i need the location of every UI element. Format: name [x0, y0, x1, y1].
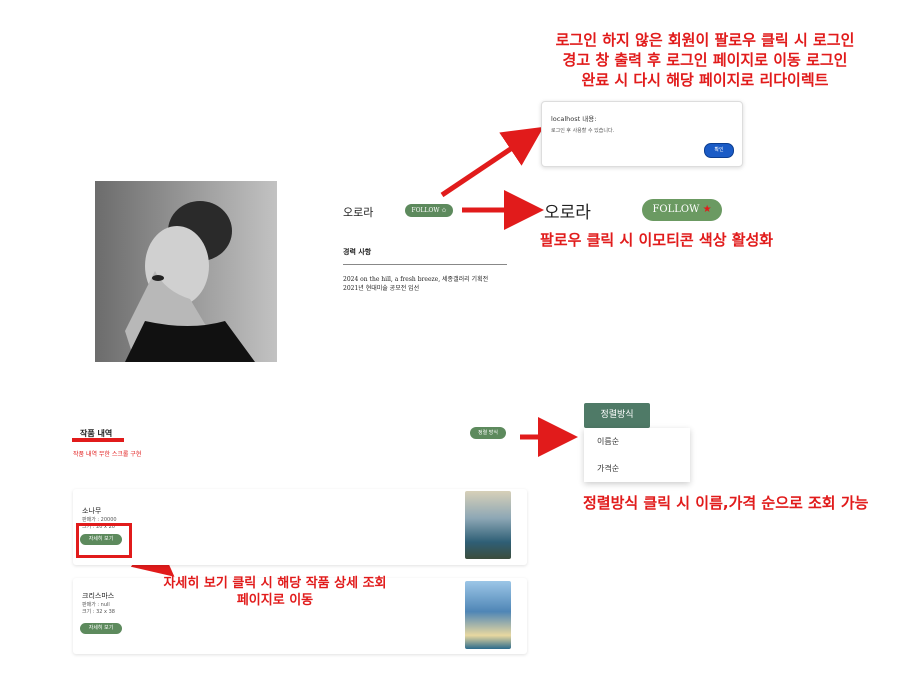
login-note-line-1: 로그인 하지 않은 회원이 팔로우 클릭 시 로그인 — [555, 31, 855, 49]
works-highlight — [72, 438, 124, 442]
arrow-to-modal — [440, 126, 544, 198]
modal-confirm-button[interactable]: 확인 — [704, 143, 734, 158]
sort-option-price[interactable]: 가격순 — [597, 463, 619, 474]
work-thumbnail[interactable] — [465, 491, 511, 559]
detail-note: 자세히 보기 클릭 시 해당 작품 상세 조회 페이지로 이동 — [150, 575, 400, 609]
work-title: 크리스마스 — [82, 592, 115, 600]
detail-button-highlight — [76, 523, 132, 558]
detail-note-line-2: 페이지로 이동 — [236, 593, 314, 608]
works-subtitle: 작품 내역 무한 스크롤 구현 — [73, 451, 142, 458]
portrait-illustration — [95, 181, 277, 362]
login-note-line-3: 완료 시 다시 해당 페이지로 리다이렉트 — [581, 71, 829, 89]
sort-option-name[interactable]: 이름순 — [597, 436, 619, 447]
work-thumbnail[interactable] — [465, 581, 511, 649]
sort-note: 정렬방식 클릭 시 이름,가격 순으로 조회 가능 — [583, 494, 869, 512]
artist-portrait — [95, 181, 277, 362]
detail-button[interactable]: 자세히 보기 — [80, 623, 122, 634]
modal-message: 로그인 후 사용할 수 있습니다. — [551, 128, 615, 134]
follow-label: FOLLOW — [652, 204, 700, 215]
artist-name-large: 오로라 — [544, 203, 591, 223]
career-item: 2024 on the hill, a fresh breeze, 세종갤러리 … — [343, 276, 489, 283]
sort-button-small[interactable]: 정렬 방식 — [470, 427, 506, 439]
career-list: 2024 on the hill, a fresh breeze, 세종갤러리 … — [343, 275, 513, 293]
sort-dropdown-button[interactable]: 정렬방식 — [584, 403, 650, 428]
login-note-line-2: 경고 창 출력 후 로그인 페이지로 이동 로그인 — [562, 51, 848, 69]
login-alert-modal: localhost 내용: 로그인 후 사용할 수 있습니다. 확인 — [541, 101, 743, 167]
follow-button-active[interactable]: FOLLOW ★ — [642, 199, 722, 221]
career-divider — [343, 264, 507, 265]
work-price: 판매가 : null — [82, 602, 110, 608]
career-heading: 경력 사항 — [343, 247, 372, 256]
follow-activate-note: 팔로우 클릭 시 이모티콘 색상 활성화 — [540, 231, 774, 249]
sort-dropdown-menu: 이름순 가격순 — [584, 428, 690, 482]
career-item: 2021년 현대미술 공모전 입선 — [343, 285, 420, 292]
work-title: 소나무 — [82, 507, 102, 515]
artist-name: 오로라 — [343, 206, 374, 219]
follow-button[interactable]: FOLLOW ✩ — [405, 204, 453, 217]
work-size: 크기 : 32 x 38 — [82, 609, 115, 615]
star-icon: ★ — [702, 204, 712, 215]
login-warning-note: 로그인 하지 않은 회원이 팔로우 클릭 시 로그인 경고 창 출력 후 로그인… — [525, 30, 885, 90]
work-meta: 판매가 : null 크기 : 32 x 38 — [82, 602, 115, 616]
detail-note-line-1: 자세히 보기 클릭 시 해당 작품 상세 조회 — [163, 576, 387, 591]
modal-title: localhost 내용: — [551, 115, 597, 123]
work-card: 소나무 판매가 : 20000 크기 : 20 x 20 자세히 보기 — [73, 489, 527, 565]
